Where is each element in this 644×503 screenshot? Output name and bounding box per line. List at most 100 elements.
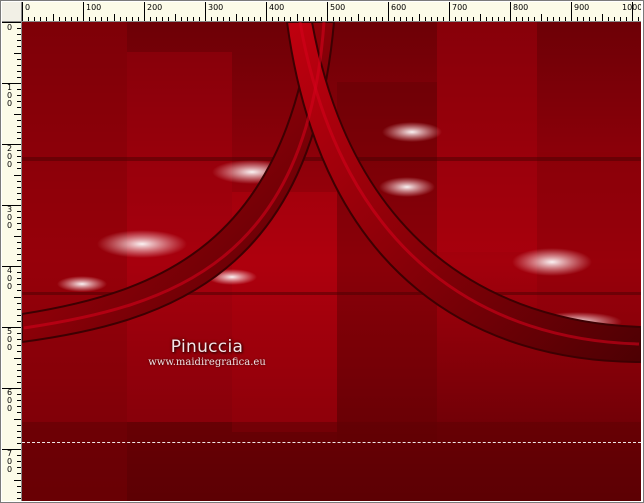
highlight [57,276,107,292]
image-canvas[interactable]: Pinuccia www.maidiregrafica.eu [22,22,641,501]
ruler-tick [345,17,347,21]
ruler-label-0: 0 [25,3,31,12]
ruler-tick [17,76,21,78]
ruler-label-100: 100 [86,3,102,12]
ruler-tick [528,17,530,21]
ruler-tick [17,467,21,469]
ruler-tick [17,455,21,457]
ruler-tick [485,17,487,21]
ruler-tick [17,95,21,97]
ruler-tick [17,442,21,444]
ruler-tick [17,333,21,335]
ruler-tick [17,125,21,127]
ruler-tick [619,17,621,21]
vruler-digit: 0 [6,160,13,169]
vruler-label-100: 100 [6,84,13,108]
ruler-tick [522,17,524,21]
ruler-tick [17,375,21,377]
vruler-digit: 0 [6,282,13,291]
vruler-text-700: 700 [6,450,13,474]
ruler-tick [17,363,21,365]
ruler-tick [253,17,255,21]
ruler-tick [17,253,21,255]
ruler-tick [442,17,444,21]
ruler-tick [17,412,21,414]
ruler-tick [17,491,21,493]
ruler-tick [17,198,21,200]
highlight [512,248,592,276]
ruler-tick [17,381,21,383]
ruler-tick [272,17,274,21]
ruler-tick [58,17,60,21]
ruler-tick [14,357,21,359]
ruler-tick [17,259,21,261]
ruler-tick [17,369,21,371]
ruler-tick [17,186,21,188]
ruler-tick [534,17,536,21]
ruler-tick [17,497,21,499]
ruler-tick [583,17,585,21]
ruler-tick [186,17,188,21]
ruler-tick [17,424,21,426]
ruler-tick [17,89,21,91]
ruler-tick [14,174,21,176]
ruler-tick [17,400,21,402]
ruler-tick [278,17,280,21]
ruler-tick [17,278,21,280]
vruler-label-400: 400 [6,267,13,291]
ruler-tick [17,131,21,133]
ruler-tick [17,46,21,48]
ruler-tick [144,2,145,21]
ruler-tick [632,2,633,21]
ruler-tick [14,113,21,115]
ruler-tick [14,235,21,237]
ruler-tick [577,17,579,21]
vruler-digit: 0 [6,404,13,413]
ruler-tick [394,17,396,21]
ruler-tick [17,314,21,316]
ruler-tick [211,17,213,21]
ruler-tick [546,17,548,21]
highlight [379,177,435,197]
ruler-label-900: 900 [574,3,590,12]
ruler-tick [296,14,298,21]
ruler-tick [400,17,402,21]
ruler-tick [540,14,542,21]
ruler-tick [552,17,554,21]
ruler-tick [17,284,21,286]
ruler-tick [308,17,310,21]
vertical-ruler[interactable]: 0 100 200 300 400 500 600 700 [2,22,22,501]
ruler-tick [314,17,316,21]
artwork [22,22,641,501]
ruler-tick [2,144,21,145]
ruler-tick [2,327,21,328]
ruler-label-700: 700 [452,3,468,12]
ruler-tick [266,2,267,21]
ruler-tick [64,17,66,21]
ruler-tick [17,302,21,304]
ruler-tick [424,17,426,21]
vruler-label-700: 700 [6,450,13,474]
ruler-tick [235,14,237,21]
vruler-digit: 0 [6,99,13,108]
ruler-tick [46,17,48,21]
ruler-tick [17,180,21,182]
selection-guide[interactable] [22,442,641,443]
ruler-tick [17,247,21,249]
ruler-tick [17,229,21,231]
ruler-tick [2,266,21,267]
ruler-tick [14,479,21,481]
ruler-tick [247,17,249,21]
ruler-corner [2,2,22,22]
watermark-url: www.maidiregrafica.eu [148,357,266,368]
ruler-tick [125,17,127,21]
horizontal-ruler[interactable]: 0 100 200 300 400 500 600 700 800 900 10… [22,2,641,22]
ruler-tick [327,2,328,21]
ruler-tick [491,17,493,21]
ruler-tick [589,17,591,21]
ruler-tick [558,17,560,21]
ruler-tick [70,17,72,21]
ruler-tick [17,34,21,36]
ruler-tick [497,17,499,21]
ruler-tick [17,406,21,408]
